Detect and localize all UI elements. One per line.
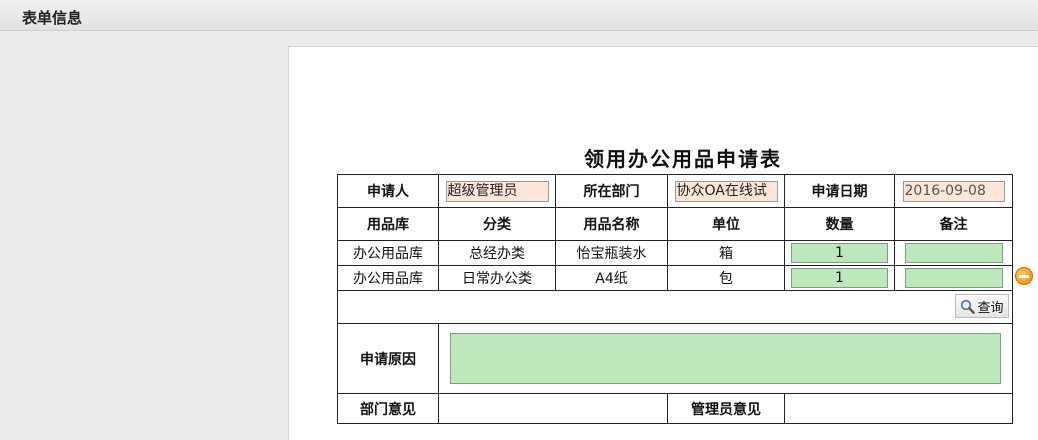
search-button[interactable]: 查询 bbox=[955, 294, 1009, 318]
header-bar: 表单信息 bbox=[0, 0, 1038, 31]
note-field[interactable] bbox=[904, 243, 1003, 263]
reason-cell bbox=[438, 323, 1013, 394]
department-label: 所在部门 bbox=[555, 174, 668, 208]
quantity-field[interactable]: 1 bbox=[791, 243, 888, 263]
date-cell: 2016-09-08 bbox=[894, 174, 1013, 208]
reason-row: 申请原因 bbox=[337, 323, 1013, 394]
left-panel bbox=[0, 32, 288, 440]
column-header-warehouse: 用品库 bbox=[337, 207, 439, 241]
admin-opinion-cell bbox=[784, 393, 1013, 424]
header-title: 表单信息 bbox=[22, 9, 83, 27]
date-field[interactable]: 2016-09-08 bbox=[902, 180, 1005, 202]
category-cell: 日常办公类 bbox=[438, 265, 556, 291]
remove-row-button[interactable] bbox=[1015, 267, 1033, 285]
opinion-row: 部门意见 管理员意见 bbox=[337, 393, 1013, 424]
dept-opinion-cell bbox=[438, 393, 668, 424]
applicant-field[interactable]: 超级管理员 bbox=[445, 180, 549, 202]
application-form-table: 申请人 超级管理员 所在部门 协众OA在线试 申请日期 2016-09-08 用… bbox=[337, 174, 1013, 424]
table-row: 办公用品库 总经办类 怡宝瓶装水 箱 1 bbox=[337, 240, 1013, 266]
minus-icon bbox=[1019, 274, 1029, 278]
unit-cell: 包 bbox=[667, 265, 785, 291]
search-row: 查询 bbox=[337, 290, 1013, 324]
department-cell: 协众OA在线试 bbox=[667, 174, 785, 208]
item-name-cell: 怡宝瓶装水 bbox=[555, 240, 668, 266]
note-cell bbox=[894, 265, 1013, 291]
column-header-unit: 单位 bbox=[667, 207, 785, 241]
note-field[interactable] bbox=[904, 268, 1003, 288]
date-label: 申请日期 bbox=[784, 174, 895, 208]
table-row: 办公用品库 日常办公类 A4纸 包 1 bbox=[337, 265, 1013, 291]
category-cell: 总经办类 bbox=[438, 240, 556, 266]
column-header-row: 用品库 分类 用品名称 单位 数量 备注 bbox=[337, 207, 1013, 241]
quantity-cell: 1 bbox=[784, 240, 895, 266]
form-title: 领用办公用品申请表 bbox=[584, 147, 782, 171]
note-cell bbox=[894, 240, 1013, 266]
department-field[interactable]: 协众OA在线试 bbox=[674, 180, 778, 202]
admin-opinion-label: 管理员意见 bbox=[667, 393, 785, 424]
column-header-quantity: 数量 bbox=[784, 207, 895, 241]
warehouse-cell: 办公用品库 bbox=[337, 265, 439, 291]
search-cell: 查询 bbox=[337, 290, 1013, 324]
search-button-label: 查询 bbox=[977, 300, 1004, 316]
magnifier-icon bbox=[961, 299, 976, 314]
dept-opinion-label: 部门意见 bbox=[337, 393, 439, 424]
applicant-label: 申请人 bbox=[337, 174, 439, 208]
unit-cell: 箱 bbox=[667, 240, 785, 266]
warehouse-cell: 办公用品库 bbox=[337, 240, 439, 266]
quantity-cell: 1 bbox=[784, 265, 895, 291]
reason-label: 申请原因 bbox=[337, 323, 439, 394]
reason-textarea[interactable] bbox=[450, 333, 1001, 384]
column-header-note: 备注 bbox=[894, 207, 1013, 241]
applicant-cell: 超级管理员 bbox=[438, 174, 556, 208]
quantity-field[interactable]: 1 bbox=[791, 268, 888, 288]
item-name-cell: A4纸 bbox=[555, 265, 668, 291]
column-header-category: 分类 bbox=[438, 207, 556, 241]
applicant-row: 申请人 超级管理员 所在部门 协众OA在线试 申请日期 2016-09-08 bbox=[337, 174, 1013, 208]
column-header-item-name: 用品名称 bbox=[555, 207, 668, 241]
